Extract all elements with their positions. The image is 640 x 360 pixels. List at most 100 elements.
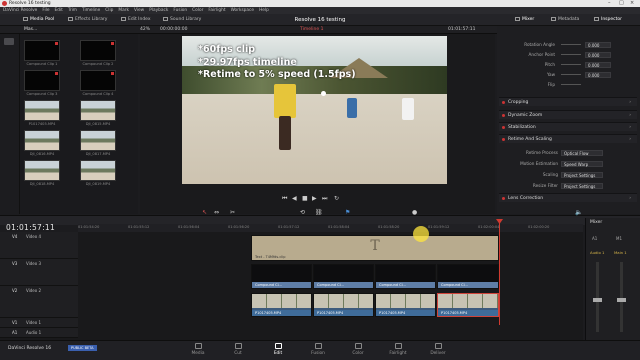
compound-clip[interactable]: Compound Cl... <box>375 264 436 289</box>
enable-toggle-icon[interactable] <box>502 101 505 104</box>
track-header[interactable]: V4 Video 4 <box>0 232 78 259</box>
blade-tool-icon[interactable]: ✂ <box>230 209 235 216</box>
link-icon[interactable]: ⛓ <box>315 209 323 216</box>
snapping-icon[interactable]: ⟲ <box>300 209 305 216</box>
zoom-icon[interactable]: ● <box>412 209 417 216</box>
media-pool-clip[interactable] <box>80 130 116 151</box>
stop-icon[interactable]: ■ <box>302 195 308 202</box>
title-clip[interactable]: T Text - T4Mfds.clip <box>251 235 499 261</box>
zoom-level[interactable]: 42% <box>140 26 150 34</box>
trim-tool-icon[interactable]: ⇔ <box>214 209 219 216</box>
menu-item[interactable]: File <box>42 8 49 13</box>
edit-index-button[interactable]: Edit Index <box>118 16 154 24</box>
param-slider[interactable] <box>561 44 581 45</box>
menu-item[interactable]: Clip <box>105 8 113 13</box>
param-dropdown[interactable]: Project Settings <box>561 172 603 178</box>
menu-item[interactable]: Trim <box>68 8 77 13</box>
menu-item[interactable]: Help <box>259 8 269 13</box>
volume-icon[interactable]: 🔈 <box>575 209 582 216</box>
chevron-icon[interactable]: › <box>629 194 631 203</box>
menu-item[interactable]: Color <box>192 8 203 13</box>
loop-icon[interactable]: ↻ <box>334 195 339 202</box>
step-back-icon[interactable]: ◀ <box>292 195 297 202</box>
compound-clip[interactable]: Compound Cl... <box>313 264 374 289</box>
media-pool-clip[interactable] <box>80 70 116 91</box>
enable-toggle-icon[interactable] <box>502 126 505 129</box>
selection-tool-icon[interactable]: ↖ <box>202 209 207 216</box>
menu-item[interactable]: Playback <box>149 8 168 13</box>
track-header[interactable]: V1 Video 1 <box>0 318 78 328</box>
track-header[interactable]: V3 Video 3 <box>0 259 78 286</box>
param-value[interactable]: 0.000 <box>585 42 611 48</box>
menu-item[interactable]: Edit <box>55 8 63 13</box>
flag-icon[interactable]: ⚑ <box>345 209 350 216</box>
menu-item[interactable]: Workspace <box>231 8 255 13</box>
fader-track[interactable] <box>596 262 599 332</box>
chevron-icon[interactable]: › <box>629 135 631 144</box>
timeline-name[interactable]: Timeline 1 <box>300 26 323 34</box>
jump-start-icon[interactable]: ⏮ <box>282 195 287 203</box>
menu-item[interactable]: Fusion <box>173 8 187 13</box>
enable-toggle-icon[interactable] <box>502 197 505 200</box>
page-tab-fairlight[interactable]: Fairlight <box>378 343 418 356</box>
param-slider[interactable] <box>561 54 581 55</box>
param-dropdown[interactable]: Speed Warp <box>561 161 603 167</box>
menu-item[interactable]: Fairlight <box>208 8 225 13</box>
video-clip[interactable]: P1017405.MP4 <box>313 293 374 317</box>
maximize-button[interactable]: □ <box>619 0 624 7</box>
chevron-icon[interactable]: › <box>629 111 631 120</box>
fader-knob[interactable] <box>593 298 602 302</box>
minimize-button[interactable]: – <box>608 0 611 7</box>
fader-track[interactable] <box>620 262 623 332</box>
param-value[interactable]: 0.000 <box>585 72 611 78</box>
param-dropdown[interactable]: Optical Flow <box>561 150 603 156</box>
param-slider[interactable] <box>561 74 581 75</box>
inspector-section[interactable]: Dynamic Zoom › <box>499 110 637 119</box>
media-pool-clip[interactable] <box>24 100 60 121</box>
page-tab-cut[interactable]: Cut <box>218 343 258 356</box>
inspector-section[interactable]: Cropping › <box>499 97 637 106</box>
enable-toggle-icon[interactable] <box>502 138 505 141</box>
video-clip[interactable]: P1017405.MP4 <box>375 293 436 317</box>
param-value[interactable]: 0.000 <box>585 52 611 58</box>
menu-item[interactable]: DaVinci Resolve <box>3 8 37 13</box>
chevron-icon[interactable]: › <box>629 123 631 132</box>
param-slider[interactable] <box>561 64 581 65</box>
param-dropdown[interactable]: Project Settings <box>561 183 603 189</box>
inspector-section[interactable]: Lens Correction › <box>499 193 637 202</box>
compound-clip[interactable]: Compound Cl... <box>251 264 312 289</box>
media-pool-button[interactable]: Media Pool <box>20 16 57 24</box>
media-pool-clip[interactable] <box>24 130 60 151</box>
metadata-button[interactable]: Metadata <box>548 16 582 24</box>
page-tab-fusion[interactable]: Fusion <box>298 343 338 356</box>
inspector-section[interactable]: Stabilization › <box>499 122 637 131</box>
play-icon[interactable]: ▶ <box>312 195 317 202</box>
page-tab-edit[interactable]: Edit <box>258 343 298 356</box>
media-pool-clip[interactable] <box>80 100 116 121</box>
bin-name[interactable]: Mas... <box>24 26 37 34</box>
effects-library-button[interactable]: Effects Library <box>65 16 110 24</box>
media-pool-clip[interactable] <box>24 40 60 61</box>
media-pool-clip[interactable] <box>24 70 60 91</box>
menu-item[interactable]: View <box>134 8 144 13</box>
sound-library-button[interactable]: Sound Library <box>160 16 204 24</box>
param-slider[interactable] <box>561 84 581 85</box>
menu-item[interactable]: Mark <box>118 8 129 13</box>
track-header[interactable]: V2 Video 2 <box>0 286 78 318</box>
media-pool-clip[interactable] <box>24 160 60 181</box>
track-header[interactable]: A1 Audio 1 <box>0 328 78 338</box>
video-frame[interactable]: *60fps clip *29.97fps timeline *Retime t… <box>182 36 447 184</box>
media-pool-clip[interactable] <box>80 160 116 181</box>
page-tab-deliver[interactable]: Deliver <box>418 343 458 356</box>
inspector-button[interactable]: Inspector <box>591 16 625 24</box>
video-clip[interactable]: P1017405.MP4 <box>437 293 499 317</box>
jump-end-icon[interactable]: ⏭ <box>322 195 327 203</box>
inspector-section[interactable]: Retime And Scaling › <box>499 134 637 143</box>
param-value[interactable]: 0.000 <box>585 62 611 68</box>
page-tab-media[interactable]: Media <box>178 343 218 356</box>
timeline-ruler[interactable]: 01:01:54:20 01:01:55:12 01:01:56:04 01:01:5… <box>78 224 583 232</box>
enable-toggle-icon[interactable] <box>502 114 505 117</box>
mixer-button[interactable]: Mixer <box>512 16 537 24</box>
close-button[interactable]: × <box>630 0 634 7</box>
playhead[interactable] <box>499 221 500 325</box>
